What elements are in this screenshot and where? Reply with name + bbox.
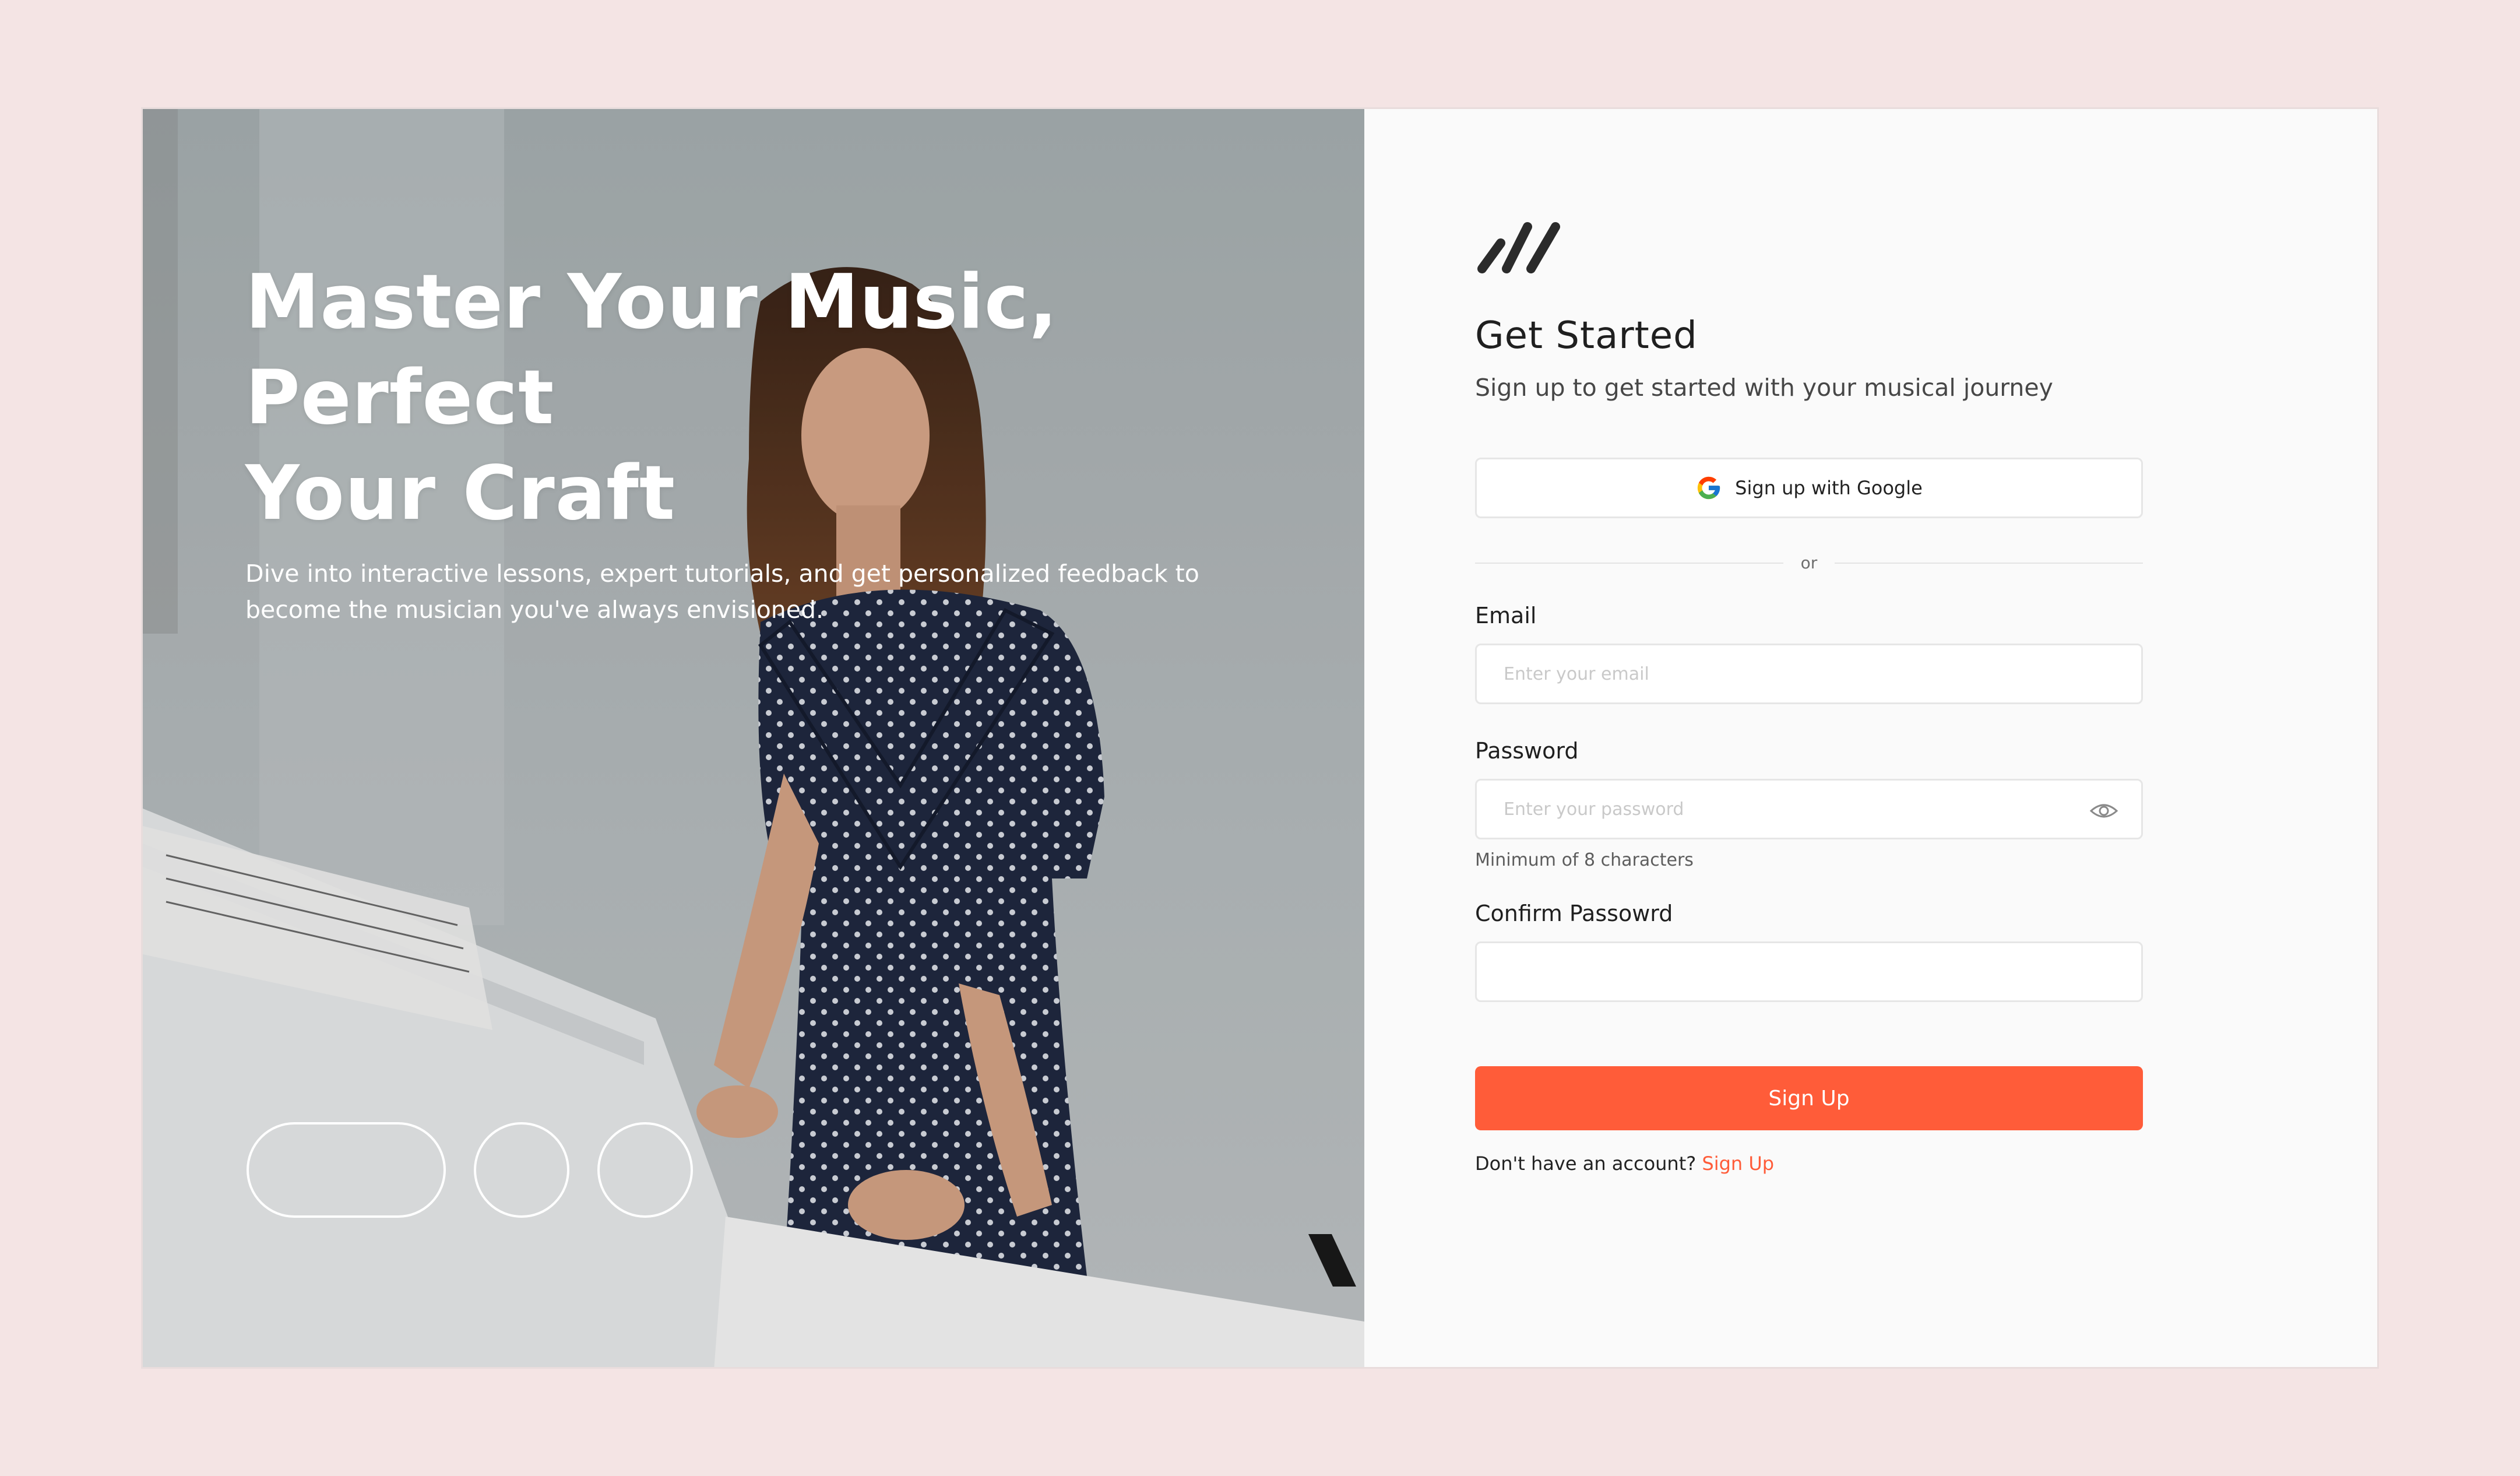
signin-prompt-text: Don't have an account?: [1475, 1152, 1697, 1175]
divider-text: or: [1800, 553, 1818, 572]
google-signup-button[interactable]: Sign up with Google: [1475, 458, 2143, 518]
divider-line-right: [1835, 562, 2143, 564]
signin-prompt: Don't have an account? Sign Up: [1475, 1152, 2143, 1175]
hero-panel: Master Your Music, Perfect Your Craft Di…: [143, 109, 1364, 1367]
signup-card: Master Your Music, Perfect Your Craft Di…: [141, 107, 2379, 1369]
divider-line-left: [1475, 562, 1783, 564]
confirm-password-field-wrapper: [1475, 941, 2143, 1002]
form-title: Get Started: [1475, 314, 1698, 357]
email-label: Email: [1475, 603, 1537, 628]
carousel-dot-1[interactable]: [247, 1122, 446, 1218]
eye-icon[interactable]: [2090, 799, 2118, 823]
carousel-dot-3[interactable]: [597, 1122, 693, 1218]
google-icon: [1698, 476, 1720, 500]
hero-title: Master Your Music, Perfect Your Craft: [245, 259, 1058, 537]
signup-form: Get Started Sign up to get started with …: [1475, 220, 2143, 1175]
signup-button[interactable]: Sign Up: [1475, 1066, 2143, 1130]
google-button-label: Sign up with Google: [1735, 477, 1923, 499]
or-divider: or: [1475, 553, 2143, 572]
email-field-wrapper: [1475, 644, 2143, 704]
password-hint: Minimum of 8 characters: [1475, 850, 1694, 870]
form-panel: Get Started Sign up to get started with …: [1364, 109, 2377, 1367]
confirm-password-label: Confirm Passowrd: [1475, 901, 1673, 926]
hero-text: Master Your Music, Perfect Your Craft Di…: [245, 255, 1248, 628]
form-subtitle: Sign up to get started with your musical…: [1475, 374, 2053, 402]
hero-subtitle: Dive into interactive lessons, expert tu…: [245, 560, 1199, 624]
password-field[interactable]: [1477, 781, 2141, 838]
signup-link[interactable]: Sign Up: [1702, 1152, 1774, 1175]
password-label: Password: [1475, 738, 1579, 764]
carousel-dot-2[interactable]: [474, 1122, 569, 1218]
email-field[interactable]: [1477, 645, 2141, 702]
triple-slash-logo-icon: [1477, 222, 1560, 273]
password-field-wrapper: [1475, 779, 2143, 839]
carousel-indicators: [247, 1122, 693, 1218]
confirm-password-field[interactable]: [1477, 943, 2141, 1000]
